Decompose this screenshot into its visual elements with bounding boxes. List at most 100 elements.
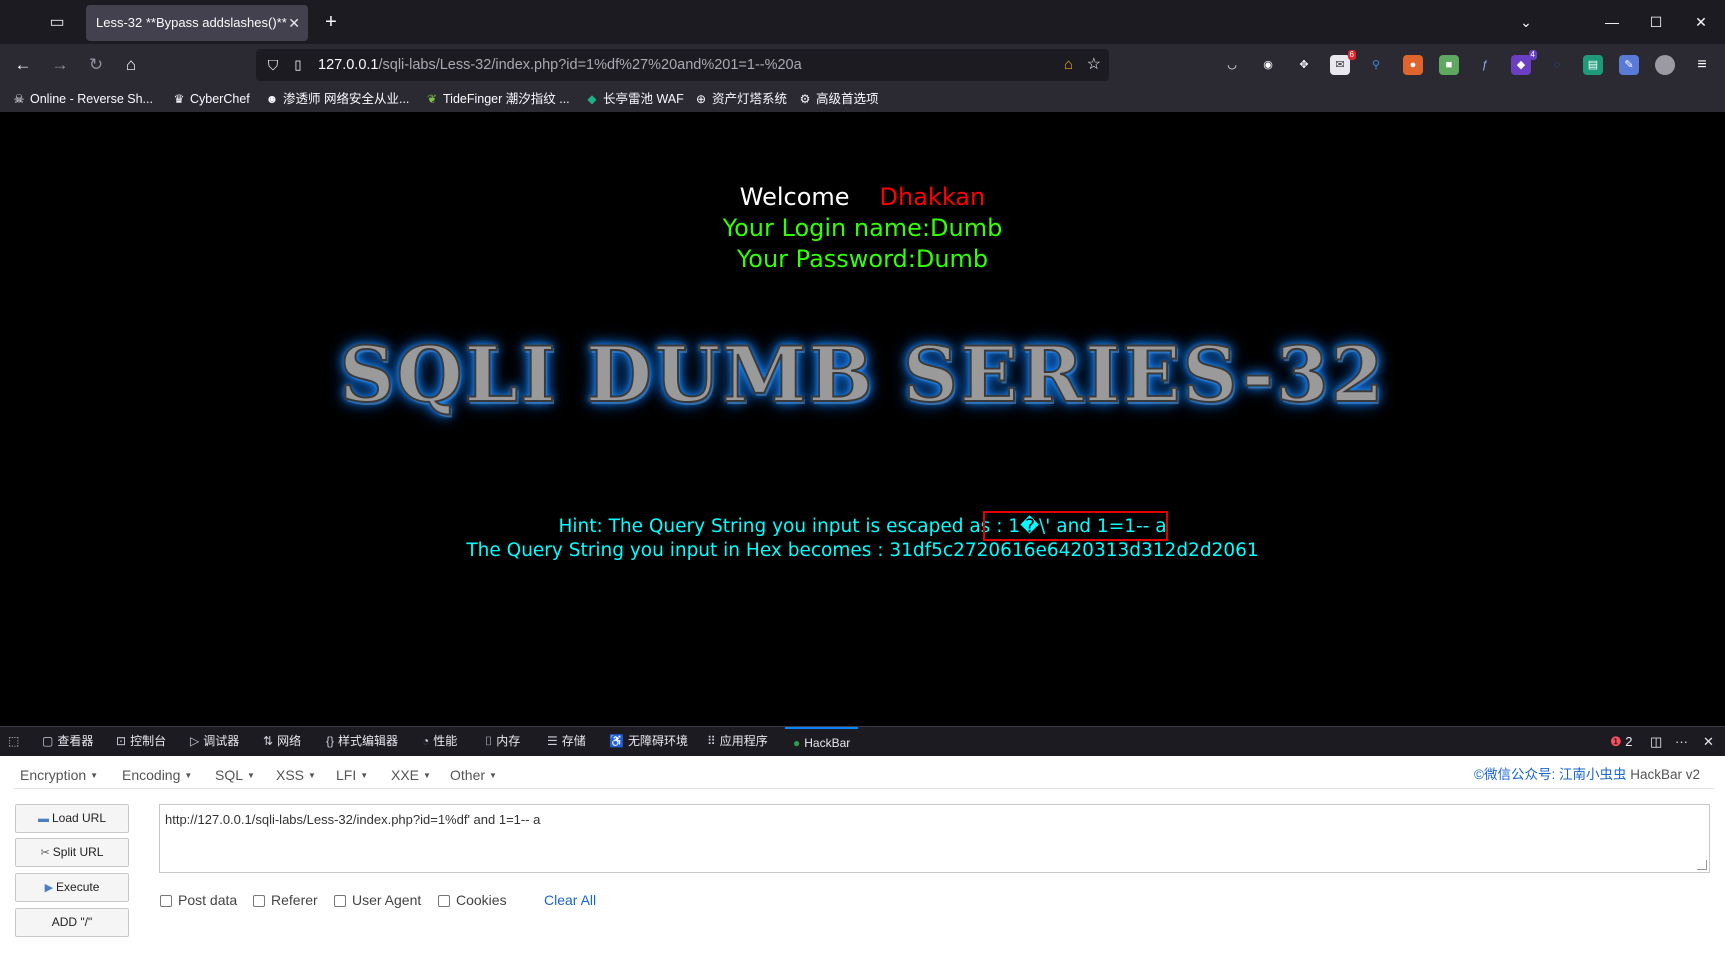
menu-xxe[interactable]: XXE ▼: [391, 763, 431, 789]
extension-green-icon[interactable]: ■: [1439, 55, 1459, 75]
close-tab-icon[interactable]: ✕: [288, 5, 300, 41]
new-tab-button[interactable]: +: [318, 9, 344, 35]
menu-encryption[interactable]: Encryption ▼: [20, 763, 98, 789]
checkbox-box[interactable]: [253, 895, 265, 907]
globe-icon: ⊕: [695, 92, 707, 106]
page-info-icon[interactable]: ▯: [288, 53, 308, 77]
maximize-button[interactable]: ☐: [1641, 8, 1671, 36]
bookmark-item[interactable]: ⚙ 高级首选项: [798, 86, 879, 112]
menu-lfi[interactable]: LFI ▼: [336, 763, 368, 789]
bookmark-star-icon[interactable]: ☆: [1087, 54, 1101, 76]
tab-accessibility[interactable]: ♿ 无障碍环境: [609, 727, 688, 756]
split-url-button[interactable]: ✂ Split URL: [15, 838, 129, 867]
tab-network[interactable]: ⇅ 网络: [263, 727, 301, 756]
extension-purple-icon[interactable]: ◆ 4: [1511, 50, 1537, 75]
tab-storage[interactable]: ☰ 存储: [547, 727, 586, 756]
chip-icon: ⌷: [485, 734, 493, 748]
login-name: Your Login name:Dumb: [722, 214, 1003, 242]
bookmark-item[interactable]: ❦ TideFinger 潮汐指纹 ...: [425, 86, 570, 112]
extension-teal-icon[interactable]: ▤: [1583, 55, 1603, 75]
welcome-line: Welcome Dhakkan: [0, 183, 1725, 211]
bookmark-label: 渗透师 网络安全从业...: [283, 92, 410, 106]
extension-badge-2: 4: [1528, 50, 1537, 60]
account-icon[interactable]: ◉: [1258, 55, 1278, 75]
nav-bar: ← → ↻ ⌂ ⛉ ▯ 127.0.0.1/sqli-labs/Less-32/…: [0, 44, 1725, 86]
cookies-checkbox[interactable]: Cookies: [438, 890, 507, 910]
home-icon[interactable]: ⌂: [117, 51, 145, 79]
menu-xss[interactable]: XSS ▼: [276, 763, 316, 789]
menu-label: Encryption: [20, 767, 87, 783]
bookmark-item[interactable]: ☠ Online - Reverse Sh...: [12, 86, 153, 112]
url-path: /sqli-labs/Less-32/index.php?id=1%df%27%…: [378, 57, 802, 73]
clear-all-link[interactable]: Clear All: [544, 890, 596, 910]
set-home-icon[interactable]: ⌂: [1064, 54, 1073, 76]
tab-label: 样式编辑器: [338, 734, 399, 748]
close-devtools-icon[interactable]: ✕: [1703, 727, 1714, 756]
element-picker-icon[interactable]: ⬚: [8, 727, 23, 756]
credit-link[interactable]: ©微信公众号: 江南小虫虫: [1474, 767, 1626, 782]
tab-console[interactable]: ⊡ 控制台: [116, 727, 166, 756]
checkbox-box[interactable]: [334, 895, 346, 907]
app-menu-icon[interactable]: ≡: [1692, 55, 1712, 75]
extensions-icon[interactable]: ✥: [1294, 55, 1314, 75]
url-bar[interactable]: ⛉ ▯ 127.0.0.1/sqli-labs/Less-32/index.ph…: [256, 49, 1109, 81]
tab-style-editor[interactable]: {} 样式编辑器: [326, 727, 398, 756]
back-icon[interactable]: ←: [9, 51, 37, 79]
tab-bar: ▭ Less-32 **Bypass addslashes()** ✕ + ⌄ …: [0, 0, 1725, 44]
tab-debugger[interactable]: ▷ 调试器: [190, 727, 239, 756]
menu-other[interactable]: Other ▼: [450, 763, 497, 789]
checkbox-box[interactable]: [438, 895, 450, 907]
dock-icon[interactable]: ◫: [1650, 727, 1662, 756]
extension-fox-icon[interactable]: ●: [1403, 55, 1423, 75]
accessibility-icon: ♿: [609, 734, 624, 748]
tab-application[interactable]: ⠿ 应用程序: [707, 727, 768, 756]
checkbox-label: Referer: [271, 892, 318, 908]
tracking-shield-icon[interactable]: ⛉: [262, 53, 284, 77]
extension-fx-icon[interactable]: ƒ: [1475, 55, 1495, 75]
menu-encoding[interactable]: Encoding ▼: [122, 763, 192, 789]
user-agent-checkbox[interactable]: User Agent: [334, 890, 421, 910]
tab-hackbar[interactable]: ● HackBar: [785, 727, 859, 756]
tab-list-icon[interactable]: ▭: [44, 10, 70, 36]
close-window-button[interactable]: ✕: [1686, 8, 1716, 36]
menu-label: SQL: [215, 767, 244, 783]
forward-icon[interactable]: →: [46, 51, 74, 79]
load-url-button[interactable]: ▬ Load URL: [15, 804, 129, 833]
extension-blue-ring-icon[interactable]: ◌: [1547, 55, 1567, 75]
referer-checkbox[interactable]: Referer: [253, 890, 318, 910]
bookmark-item[interactable]: ◆ 长亭雷池 WAF: [585, 86, 683, 112]
error-count[interactable]: ❶ 2: [1610, 727, 1633, 756]
tab-performance[interactable]: ◔ 性能: [422, 727, 457, 756]
menu-sql[interactable]: SQL ▼: [215, 763, 255, 789]
hackbar-credit[interactable]: ©微信公众号: 江南小虫虫 HackBar v2: [1474, 763, 1700, 787]
resize-handle[interactable]: [1697, 860, 1707, 870]
tab-inspector[interactable]: ▢ 查看器: [42, 727, 93, 756]
pocket-icon[interactable]: ◡: [1222, 55, 1242, 75]
url-text[interactable]: 127.0.0.1/sqli-labs/Less-32/index.php?id…: [318, 49, 802, 81]
post-data-checkbox[interactable]: Post data: [160, 890, 237, 910]
tab-active[interactable]: Less-32 **Bypass addslashes()** ✕: [86, 5, 308, 41]
button-label: ADD "/": [51, 915, 93, 929]
reload-icon[interactable]: ↻: [82, 51, 110, 79]
add-slash-button[interactable]: ADD "/": [15, 908, 129, 937]
extension-wappalyzer-icon[interactable]: ⚲: [1366, 55, 1386, 75]
bookmark-item[interactable]: ♛ CyberChef: [172, 86, 250, 112]
bookmark-item[interactable]: ☻ 渗透师 网络安全从业...: [265, 86, 410, 112]
hackbar-url-input[interactable]: http://127.0.0.1/sqli-labs/Less-32/index…: [159, 804, 1710, 873]
extension-gray-icon[interactable]: [1655, 55, 1675, 75]
execute-button[interactable]: ▶ Execute: [15, 873, 129, 902]
hackbar-menu: Encryption ▼ Encoding ▼ SQL ▼ XSS ▼ LFI ▼ XXE…: [14, 763, 1714, 789]
checkbox-box[interactable]: [160, 895, 172, 907]
bookmark-label: 资产灯塔系统: [712, 92, 788, 106]
caret-down-icon: ▼: [90, 771, 99, 780]
bookmark-item[interactable]: ⊕ 资产灯塔系统: [694, 86, 787, 112]
user-name: Dhakkan: [879, 183, 986, 211]
storage-icon: ☰: [547, 734, 558, 748]
extension-mail-icon[interactable]: ✉ 6: [1330, 50, 1356, 75]
extension-edit-icon[interactable]: ✎: [1619, 55, 1639, 75]
minimize-button[interactable]: —: [1597, 8, 1627, 36]
tab-memory[interactable]: ⌷ 内存: [485, 727, 520, 756]
list-all-tabs-icon[interactable]: ⌄: [1511, 8, 1541, 36]
more-options-icon[interactable]: ···: [1675, 727, 1688, 756]
button-label: Load URL: [51, 811, 107, 825]
